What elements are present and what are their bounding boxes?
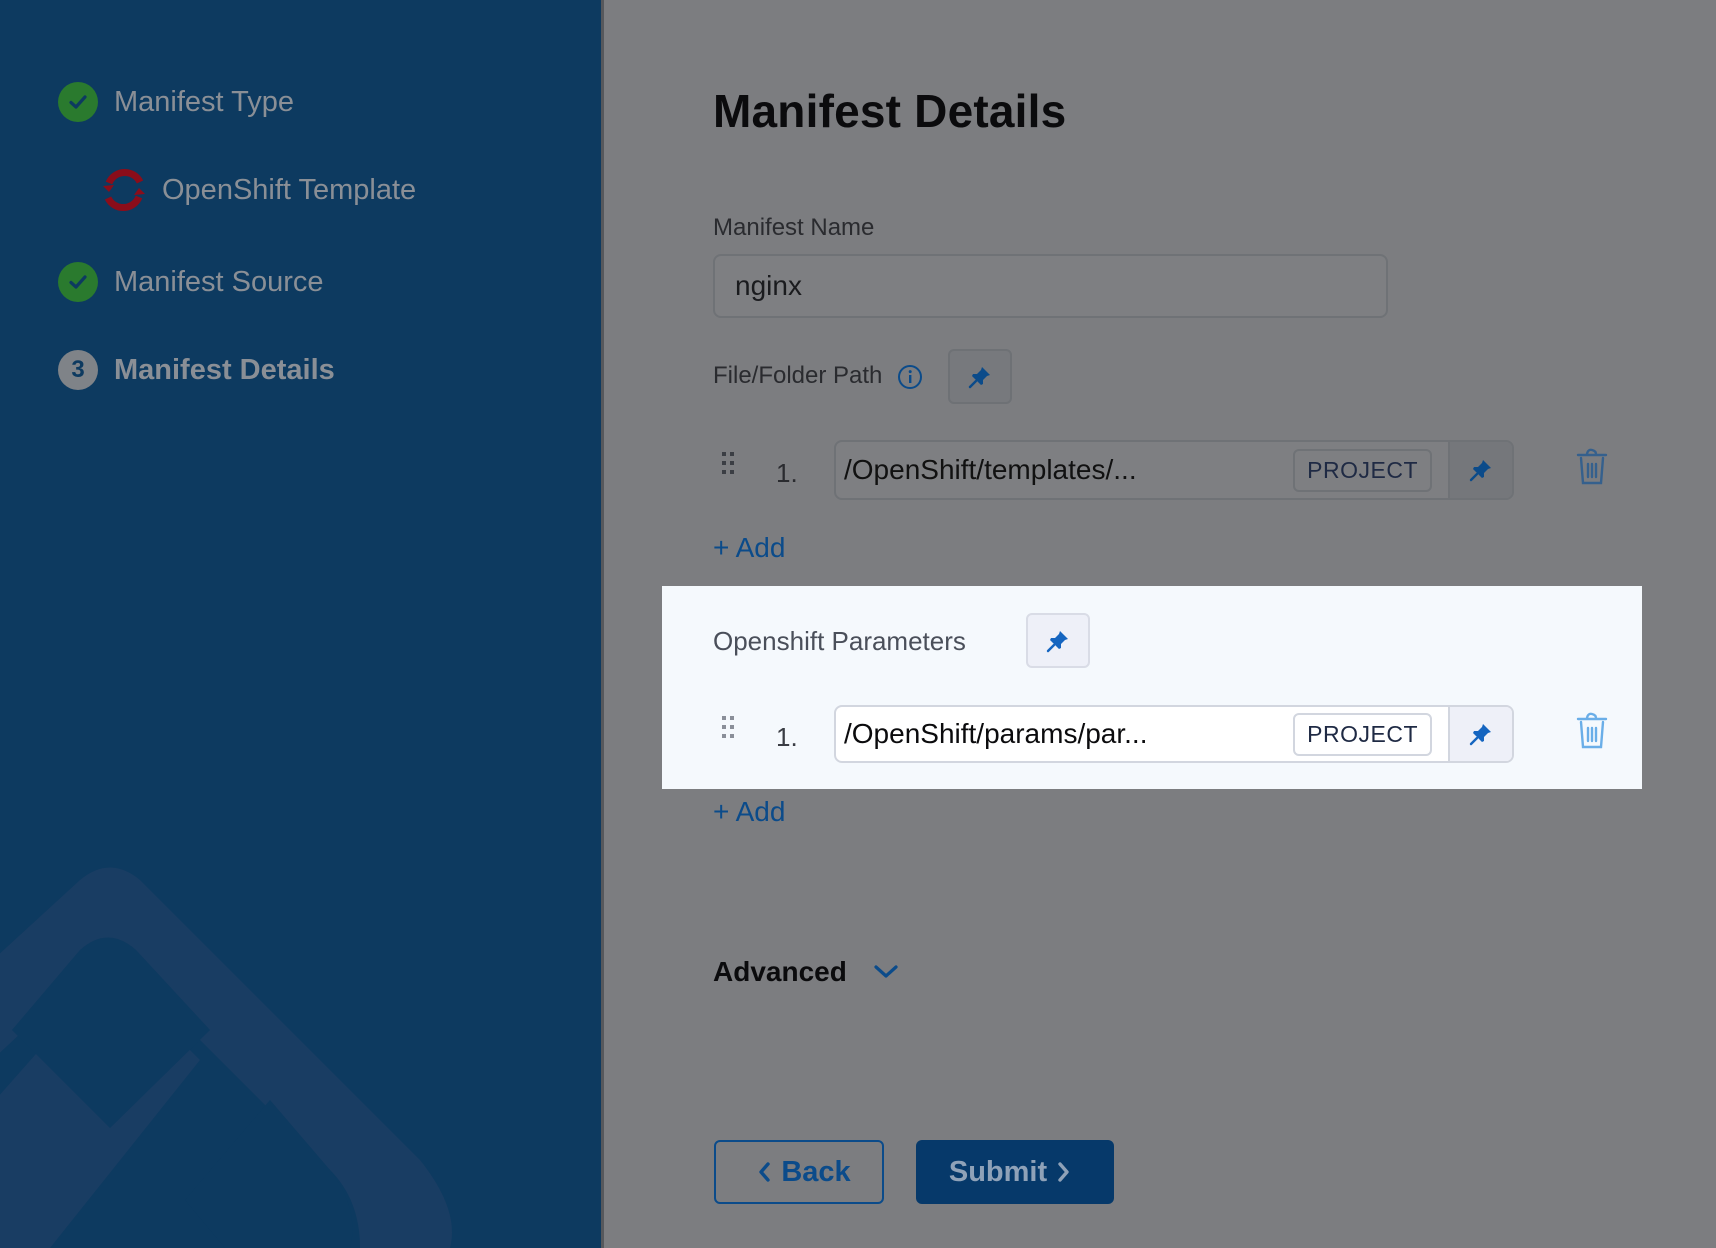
pin-icon — [1046, 630, 1068, 652]
advanced-section-toggle[interactable]: Advanced — [713, 956, 899, 988]
advanced-label: Advanced — [713, 956, 847, 987]
openshift-icon — [103, 168, 145, 212]
row-index: 1. — [776, 722, 798, 752]
submit-button[interactable]: Submit — [916, 1140, 1114, 1204]
step-manifest-source[interactable]: Manifest Source — [58, 262, 324, 302]
back-button[interactable]: Back — [714, 1140, 884, 1204]
row-index: 1. — [776, 458, 798, 488]
chevron-down-icon — [874, 965, 898, 978]
manifest-name-value: nginx — [735, 270, 802, 301]
file-path-pin-button[interactable] — [948, 349, 1012, 404]
chevron-left-icon — [759, 1162, 771, 1182]
trash-icon[interactable] — [1576, 446, 1608, 486]
drag-handle-icon[interactable] — [722, 716, 736, 746]
step-label: Manifest Type — [114, 85, 295, 118]
openshift-parameters-panel: Openshift Parameters 1. /OpenShift/param… — [662, 586, 1642, 789]
step-selected-type: OpenShift Template — [100, 166, 416, 214]
add-openshift-param-button[interactable]: + Add — [713, 796, 785, 828]
manifest-name-input[interactable]: nginx — [713, 254, 1388, 318]
step-label: Manifest Source — [114, 265, 324, 298]
step-number-badge: 3 — [58, 350, 98, 390]
openshift-param-value: /OpenShift/params/par... — [844, 718, 1148, 749]
openshift-param-row-pin-button[interactable] — [1448, 707, 1512, 761]
pin-icon — [1469, 724, 1491, 746]
openshift-param-input[interactable]: /OpenShift/params/par... PROJECT — [834, 705, 1514, 763]
file-path-input[interactable]: /OpenShift/templates/... PROJECT — [834, 440, 1514, 500]
wizard-sidebar: Manifest Type OpenShift Template Manifes… — [0, 0, 601, 1248]
back-label: Back — [781, 1155, 851, 1188]
openshift-parameters-pin-button[interactable] — [1026, 613, 1090, 668]
drag-handle-icon[interactable] — [722, 452, 736, 482]
sidebar-divider — [601, 0, 604, 1248]
file-folder-path-label: File/Folder Path — [713, 362, 923, 390]
step-manifest-type[interactable]: Manifest Type — [58, 82, 294, 122]
step-manifest-details[interactable]: 3 Manifest Details — [58, 350, 335, 390]
step-label: OpenShift Template — [162, 173, 417, 206]
pin-icon — [968, 366, 990, 388]
openshift-parameters-label: Openshift Parameters — [713, 626, 966, 656]
chevron-right-icon — [1058, 1162, 1069, 1182]
info-icon[interactable] — [897, 364, 923, 390]
scope-badge: PROJECT — [1293, 712, 1432, 756]
pin-icon — [1469, 460, 1491, 482]
submit-label: Submit — [948, 1155, 1048, 1188]
file-folder-path-label-text: File/Folder Path — [713, 362, 883, 389]
check-circle-icon — [58, 262, 98, 302]
file-path-value: /OpenShift/templates/... — [844, 454, 1137, 485]
trash-icon[interactable] — [1576, 710, 1608, 750]
add-file-path-button[interactable]: + Add — [713, 532, 785, 564]
file-path-row-pin-button[interactable] — [1448, 442, 1512, 498]
scope-badge: PROJECT — [1293, 448, 1432, 492]
check-circle-icon — [58, 82, 98, 122]
manifest-name-label: Manifest Name — [713, 214, 875, 241]
page-title: Manifest Details — [713, 85, 1067, 137]
step-label: Manifest Details — [114, 353, 335, 386]
